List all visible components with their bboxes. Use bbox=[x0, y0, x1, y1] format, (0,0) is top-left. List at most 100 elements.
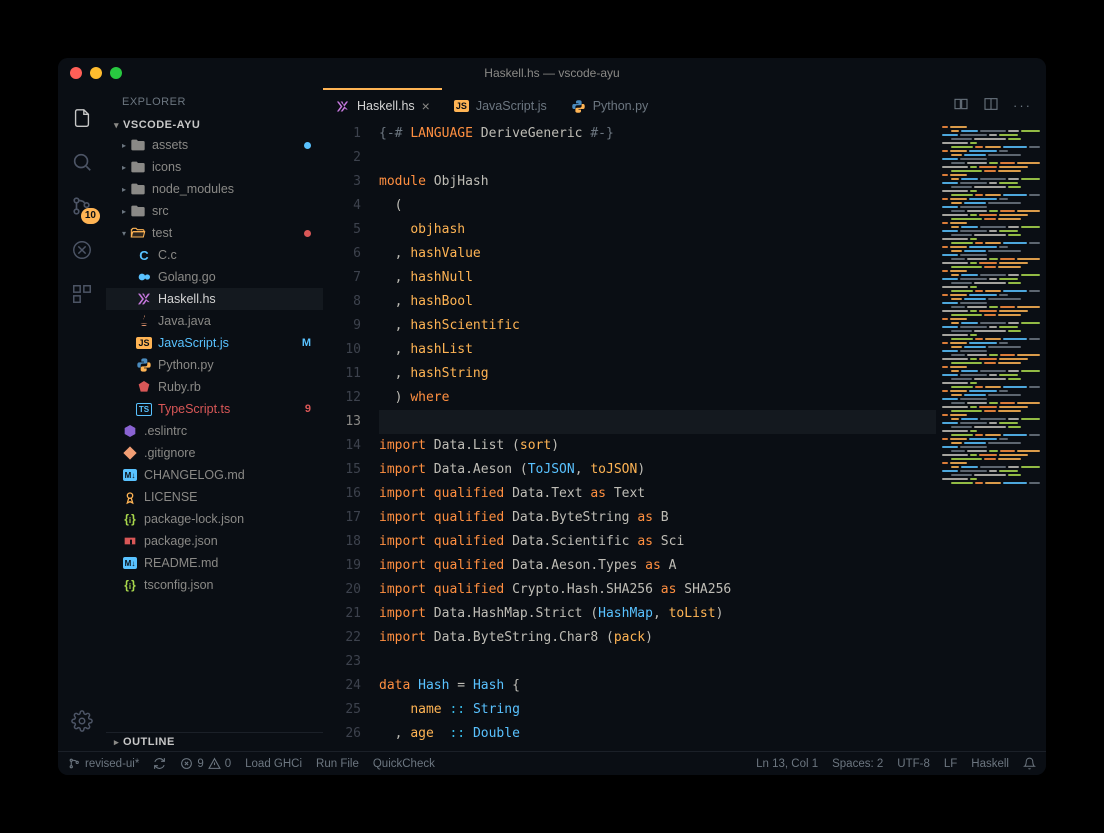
rb-icon bbox=[136, 379, 152, 395]
close-window-button[interactable] bbox=[70, 67, 82, 79]
titlebar: Haskell.hs — vscode-ayu bbox=[58, 58, 1046, 88]
status-action-load-ghci[interactable]: Load GHCi bbox=[245, 758, 302, 770]
eol-status[interactable]: LF bbox=[944, 758, 957, 770]
sync-status[interactable] bbox=[153, 757, 166, 770]
sidebar: EXPLORER VSCODE-AYU assets iconsnode_modu… bbox=[106, 88, 323, 751]
traffic-lights bbox=[58, 67, 122, 79]
tree-item-tsconfig-json[interactable]: {i} tsconfig.json bbox=[106, 574, 323, 596]
source-control-icon[interactable]: 10 bbox=[58, 184, 106, 228]
debug-icon[interactable] bbox=[58, 228, 106, 272]
language-mode-status[interactable]: Haskell bbox=[971, 758, 1009, 770]
json-icon: {i} bbox=[122, 577, 138, 593]
folder-open-icon bbox=[130, 225, 146, 241]
workspace-section-header[interactable]: VSCODE-AYU bbox=[106, 116, 323, 134]
status-action-run-file[interactable]: Run File bbox=[316, 758, 359, 770]
tree-item-package-lock-json[interactable]: {i} package-lock.json bbox=[106, 508, 323, 530]
tab-actions: ··· bbox=[939, 88, 1046, 122]
compare-changes-icon[interactable] bbox=[953, 96, 969, 115]
tree-item-package-json[interactable]: package.json bbox=[106, 530, 323, 552]
folder-icon bbox=[130, 159, 146, 175]
split-editor-icon[interactable] bbox=[983, 96, 999, 115]
minimize-window-button[interactable] bbox=[90, 67, 102, 79]
activity-bar: 10 bbox=[58, 88, 106, 751]
git-icon bbox=[122, 445, 138, 461]
tree-item-ruby-rb[interactable]: Ruby.rb bbox=[106, 376, 323, 398]
scm-badge: 10 bbox=[81, 208, 100, 224]
code-content[interactable]: {-# LANGUAGE DeriveGeneric #-} module Ob… bbox=[379, 122, 936, 751]
tree-item-icons[interactable]: icons bbox=[106, 156, 323, 178]
line-numbers-gutter: 1234567891011121314151617181920212223242… bbox=[323, 122, 379, 751]
status-bar: revised-ui* 9 0 Load GHCi Run File Quick… bbox=[58, 751, 1046, 775]
npm-icon bbox=[122, 533, 138, 549]
decoration-dot bbox=[304, 230, 311, 237]
tree-item-label: package.json bbox=[144, 534, 311, 548]
tree-item-label: Java.java bbox=[158, 314, 311, 328]
tree-item-haskell-hs[interactable]: Haskell.hs bbox=[106, 288, 323, 310]
tree-item-python-py[interactable]: Python.py bbox=[106, 354, 323, 376]
tree-item-label: C.c bbox=[158, 248, 311, 262]
tab-python-py[interactable]: Python.py bbox=[559, 88, 661, 122]
indentation-status[interactable]: Spaces: 2 bbox=[832, 758, 883, 770]
sidebar-title: EXPLORER bbox=[106, 88, 323, 116]
git-branch-status[interactable]: revised-ui* bbox=[68, 757, 139, 770]
tree-item-label: assets bbox=[152, 138, 298, 152]
tree-item-typescript-ts[interactable]: TSTypeScript.ts9 bbox=[106, 398, 323, 420]
tree-item-java-java[interactable]: Java.java bbox=[106, 310, 323, 332]
tree-item-label: src bbox=[152, 204, 311, 218]
settings-gear-icon[interactable] bbox=[58, 699, 106, 743]
tree-item-changelog-md[interactable]: M↓CHANGELOG.md bbox=[106, 464, 323, 486]
json-icon: {i} bbox=[122, 511, 138, 527]
tree-item-node-modules[interactable]: node_modules bbox=[106, 178, 323, 200]
tab-label: Python.py bbox=[593, 99, 649, 113]
more-actions-icon[interactable]: ··· bbox=[1013, 98, 1032, 113]
tab-haskell-hs[interactable]: Haskell.hs× bbox=[323, 88, 442, 122]
go-icon bbox=[136, 269, 152, 285]
md-icon: M↓ bbox=[122, 467, 138, 483]
tree-item-label: .gitignore bbox=[144, 446, 311, 460]
tree-item-label: LICENSE bbox=[144, 490, 311, 504]
status-action-quickcheck[interactable]: QuickCheck bbox=[373, 758, 435, 770]
search-icon[interactable] bbox=[58, 140, 106, 184]
tree-item-label: Golang.go bbox=[158, 270, 311, 284]
tree-item-label: tsconfig.json bbox=[144, 578, 311, 592]
outline-section-header[interactable]: OUTLINE bbox=[106, 732, 323, 751]
extensions-icon[interactable] bbox=[58, 272, 106, 316]
tree-item-test[interactable]: test bbox=[106, 222, 323, 244]
tree-item-license[interactable]: LICENSE bbox=[106, 486, 323, 508]
file-tree: assets iconsnode_modulessrc test C C.c Golang… bbox=[106, 134, 323, 732]
tree-item-assets[interactable]: assets bbox=[106, 134, 323, 156]
decoration-dot bbox=[304, 142, 311, 149]
eslint-icon bbox=[122, 423, 138, 439]
haskell-icon bbox=[335, 99, 350, 114]
py-icon bbox=[136, 357, 152, 373]
java-icon bbox=[136, 313, 152, 329]
code-editor[interactable]: 1234567891011121314151617181920212223242… bbox=[323, 122, 936, 751]
tree-item-label: Haskell.hs bbox=[158, 292, 311, 306]
bell-icon[interactable] bbox=[1023, 757, 1036, 771]
maximize-window-button[interactable] bbox=[110, 67, 122, 79]
tree-item-label: TypeScript.ts bbox=[158, 402, 299, 416]
tree-item--gitignore[interactable]: .gitignore bbox=[106, 442, 323, 464]
explorer-icon[interactable] bbox=[58, 96, 106, 140]
close-tab-icon[interactable]: × bbox=[422, 98, 430, 114]
tree-item-javascript-js[interactable]: JSJavaScript.jsM bbox=[106, 332, 323, 354]
tree-item-label: .eslintrc bbox=[144, 424, 311, 438]
cursor-position-status[interactable]: Ln 13, Col 1 bbox=[756, 758, 818, 770]
minimap[interactable] bbox=[936, 122, 1046, 751]
vscode-window: Haskell.hs — vscode-ayu 10 bbox=[58, 58, 1046, 775]
tree-item-golang-go[interactable]: Golang.go bbox=[106, 266, 323, 288]
tree-item-label: JavaScript.js bbox=[158, 336, 296, 350]
tree-item-label: Ruby.rb bbox=[158, 380, 311, 394]
tree-item-readme-md[interactable]: M↓README.md bbox=[106, 552, 323, 574]
encoding-status[interactable]: UTF-8 bbox=[897, 758, 930, 770]
tree-item-src[interactable]: src bbox=[106, 200, 323, 222]
js-icon: JS bbox=[454, 99, 469, 114]
tree-item-label: package-lock.json bbox=[144, 512, 311, 526]
c-icon: C bbox=[136, 247, 152, 263]
tree-item-label: README.md bbox=[144, 556, 311, 570]
problems-status[interactable]: 9 0 bbox=[180, 757, 231, 770]
py-icon bbox=[571, 99, 586, 114]
tab-javascript-js[interactable]: JSJavaScript.js bbox=[442, 88, 559, 122]
tree-item-c-c[interactable]: C C.c bbox=[106, 244, 323, 266]
tree-item--eslintrc[interactable]: .eslintrc bbox=[106, 420, 323, 442]
